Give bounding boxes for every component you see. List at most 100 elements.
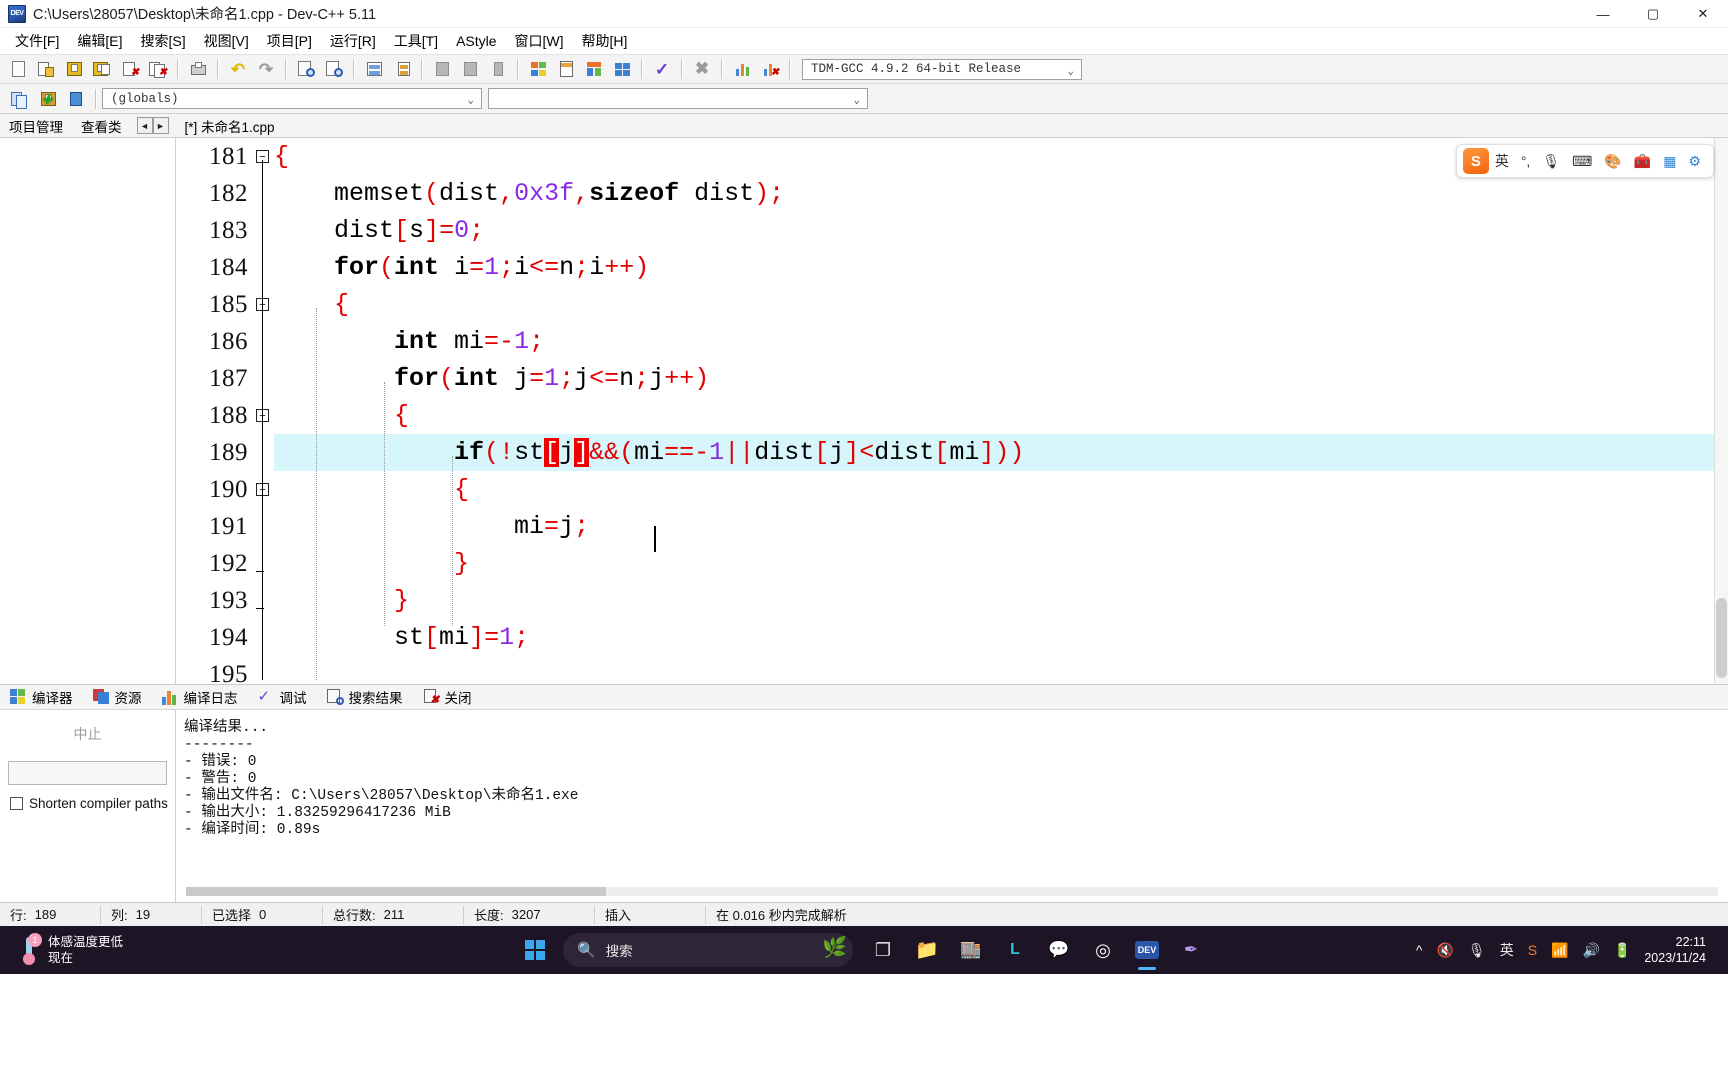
minimize-button[interactable]: — [1578, 0, 1628, 28]
prev-bookmark-button[interactable] [429, 57, 455, 81]
tab-next-button[interactable]: ► [152, 117, 169, 134]
code-line[interactable] [274, 656, 1728, 684]
chrome-button[interactable]: ◎ [1081, 928, 1125, 972]
compile-button[interactable] [525, 57, 551, 81]
abort-button[interactable]: 中止 [0, 724, 175, 744]
code-line[interactable]: { [274, 397, 1728, 434]
compiler-select[interactable]: TDM-GCC 4.9.2 64-bit Release ⌄ [802, 58, 1082, 80]
code-area[interactable]: 181 182 183 184 185 186 187 188 189 190 191 192 193 1… [176, 138, 1728, 684]
taskbar-clock[interactable]: 22:11 2023/11/24 [1638, 934, 1718, 966]
code-line[interactable]: for(int j=1;j<=n;j++) [274, 360, 1728, 397]
toolbox-icon[interactable]: 🧰 [1634, 153, 1651, 170]
panel-tab-close[interactable]: ✖ 关闭 [413, 684, 482, 710]
code-line[interactable]: mi=j; [274, 508, 1728, 545]
close-file-button[interactable]: ✖ [117, 57, 143, 81]
code-line[interactable]: } [274, 582, 1728, 619]
menu-window[interactable]: 窗口[W] [506, 29, 573, 53]
print-button[interactable] [185, 57, 211, 81]
replace-button[interactable] [321, 57, 347, 81]
add-to-project-button[interactable]: ✚ [35, 87, 61, 111]
menu-file[interactable]: 文件[F] [6, 29, 68, 53]
shorten-compiler-paths-checkbox[interactable] [10, 797, 23, 810]
weather-widget[interactable]: 1 体感温度更低 现在 [18, 933, 123, 966]
code-line[interactable]: memset(dist,0x3f,sizeof dist); [274, 175, 1728, 212]
code-line[interactable]: } [274, 545, 1728, 582]
code-line[interactable]: { [274, 471, 1728, 508]
tray-expand-button[interactable]: ^ [1409, 942, 1430, 958]
project-options-button[interactable] [63, 87, 89, 111]
shorten-compiler-paths-row[interactable]: Shorten compiler paths [10, 796, 175, 811]
tab-prev-button[interactable]: ◄ [136, 117, 153, 134]
panel-tab-compiler[interactable]: 编译器 [0, 684, 83, 710]
code-line[interactable]: { [274, 286, 1728, 323]
syntax-check-button[interactable]: ✓ [649, 57, 675, 81]
code-line[interactable]: dist[s]=0; [274, 212, 1728, 249]
open-file-button[interactable] [33, 57, 59, 81]
maximize-button[interactable]: ▢ [1628, 0, 1678, 28]
wifi-icon[interactable]: 📶 [1544, 942, 1575, 959]
close-button[interactable]: ✕ [1678, 0, 1728, 28]
feather-button[interactable]: ✒ [1169, 928, 1213, 972]
code-line[interactable]: int mi=-1; [274, 323, 1728, 360]
find-button[interactable] [293, 57, 319, 81]
menu-run[interactable]: 运行[R] [321, 29, 385, 53]
save-all-button[interactable] [89, 57, 115, 81]
taskview-button[interactable]: ❐ [861, 928, 905, 972]
grid-icon[interactable]: ▦ [1663, 153, 1676, 170]
tab-class-view[interactable]: 查看类 [72, 116, 131, 136]
menu-search[interactable]: 搜索[S] [131, 29, 194, 53]
panel-tab-find-results[interactable]: 搜索结果 [317, 684, 413, 710]
run-button[interactable] [553, 57, 579, 81]
panel-tab-debug[interactable]: ✓ 调试 [248, 684, 317, 710]
tab-project-manager[interactable]: 项目管理 [0, 116, 72, 136]
stop-execution-button[interactable]: ✖ [689, 57, 715, 81]
toggle-bookmark-button[interactable] [485, 57, 511, 81]
save-button[interactable] [61, 57, 87, 81]
code-line-active[interactable]: if(!st[j]&&(mi==-1||dist[j]<dist[mi])) [274, 434, 1728, 471]
ime-mode-toggle[interactable]: 英 [1495, 151, 1509, 171]
menu-edit[interactable]: 编辑[E] [68, 29, 131, 53]
emoji-icon[interactable]: 🎨 [1604, 153, 1621, 170]
new-file-button[interactable] [5, 57, 31, 81]
undo-button[interactable]: ↶ [225, 57, 251, 81]
wechat-button[interactable]: 💬 [1037, 928, 1081, 972]
code-line[interactable]: st[mi]=1; [274, 619, 1728, 656]
editor-vertical-scrollbar[interactable] [1714, 138, 1728, 684]
fold-column[interactable]: −−−− [254, 138, 274, 684]
indent-button[interactable] [389, 57, 415, 81]
microphone-icon[interactable]: 🎙 [1461, 942, 1493, 959]
compile-run-button[interactable] [581, 57, 607, 81]
menu-view[interactable]: 视图[V] [195, 29, 258, 53]
lark-button[interactable]: L [993, 928, 1037, 972]
volume-icon[interactable]: 🔊 [1575, 942, 1606, 959]
sogou-icon[interactable]: S [1521, 942, 1544, 958]
delete-profile-button[interactable]: ✖ [757, 57, 783, 81]
log-scrollbar-thumb[interactable] [186, 887, 606, 896]
goto-line-button[interactable] [361, 57, 387, 81]
member-select[interactable]: ⌄ [488, 88, 868, 109]
menu-help[interactable]: 帮助[H] [573, 29, 637, 53]
tab-file-untitled1[interactable]: [*] 未命名1.cpp [175, 116, 285, 136]
rebuild-button[interactable] [609, 57, 635, 81]
panel-tab-resources[interactable]: 资源 [83, 684, 152, 710]
log-horizontal-scrollbar[interactable] [186, 887, 1718, 896]
new-project-button[interactable] [7, 87, 33, 111]
store-button[interactable]: 🏬 [949, 928, 993, 972]
profile-button[interactable] [729, 57, 755, 81]
devcpp-button[interactable]: DEV [1125, 928, 1169, 972]
menu-tools[interactable]: 工具[T] [385, 29, 447, 53]
ime-punctuation-toggle[interactable]: °, [1521, 153, 1531, 169]
next-bookmark-button[interactable] [457, 57, 483, 81]
close-all-button[interactable]: ✖ [145, 57, 171, 81]
scrollbar-thumb[interactable] [1716, 598, 1727, 678]
scope-select[interactable]: (globals) ⌄ [102, 88, 482, 109]
sogou-logo-icon[interactable]: S [1462, 148, 1489, 174]
keyboard-icon[interactable]: ⌨ [1572, 153, 1592, 170]
panel-tab-compile-log[interactable]: 编译日志 [152, 684, 248, 710]
code-lines[interactable]: { memset(dist,0x3f,sizeof dist); dist[s]… [274, 138, 1728, 684]
taskbar-search[interactable]: 🔍 搜索 🌿 [563, 933, 853, 967]
sound-mute-icon[interactable]: 🔇 [1429, 942, 1460, 959]
menu-astyle[interactable]: AStyle [447, 31, 505, 51]
ime-indicator[interactable]: 英 [1493, 940, 1521, 960]
microphone-icon[interactable]: 🎙 [1542, 153, 1560, 170]
